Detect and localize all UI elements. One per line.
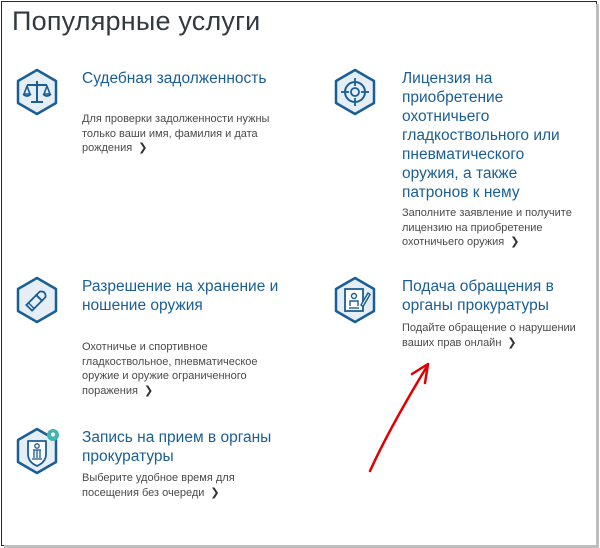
- service-description-text: Подайте обращение о нарушении ваших прав…: [402, 322, 576, 349]
- emblem-location-icon: [12, 426, 62, 476]
- service-title-link[interactable]: Лицензия на приобретение охотничьего гла…: [402, 69, 577, 202]
- bullet-icon: [12, 275, 62, 325]
- chevron-right-icon[interactable]: ❯: [507, 336, 516, 351]
- service-description-text: Заполните заявление и получите лицензию …: [402, 207, 572, 248]
- service-description: Охотничье и спортивное гладкоствольное, …: [82, 340, 272, 398]
- chevron-right-icon[interactable]: ❯: [144, 384, 153, 399]
- frame-shadow-right: [596, 4, 599, 547]
- service-description: Выберите удобное время для посещения без…: [82, 471, 262, 500]
- service-description-text: Для проверки задолженности нужны только …: [82, 113, 270, 154]
- service-description-text: Охотничье и спортивное гладкоствольное, …: [82, 341, 258, 397]
- service-title-link[interactable]: Разрешение на хранение и ношение оружия: [82, 277, 282, 315]
- service-description: Подайте обращение о нарушении ваших прав…: [402, 321, 582, 350]
- service-description: Для проверки задолженности нужны только …: [82, 112, 272, 156]
- crosshair-icon: [330, 67, 380, 117]
- chevron-right-icon[interactable]: ❯: [138, 141, 147, 156]
- chevron-right-icon[interactable]: ❯: [210, 486, 219, 501]
- service-title-link[interactable]: Запись на прием в органы прокуратуры: [82, 428, 272, 466]
- service-title-link[interactable]: Судебная задолженность: [82, 69, 282, 88]
- page-title: Популярные услуги: [12, 6, 261, 36]
- chevron-right-icon[interactable]: ❯: [510, 235, 519, 250]
- service-title-link[interactable]: Подача обращения в органы прокуратуры: [402, 277, 587, 315]
- service-description: Заполните заявление и получите лицензию …: [402, 206, 582, 250]
- scales-icon: [12, 67, 62, 117]
- document-edit-icon: [330, 275, 380, 325]
